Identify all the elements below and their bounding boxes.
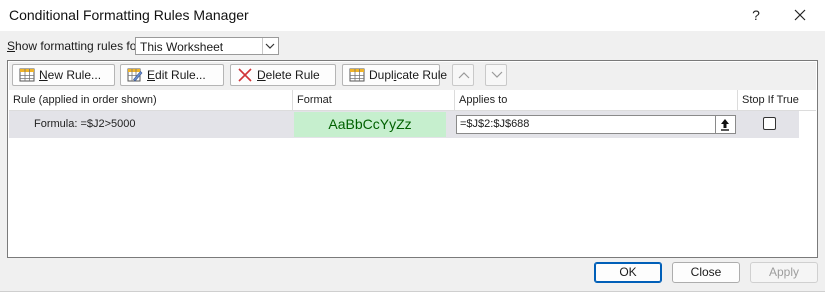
- rules-scrollbar[interactable]: [800, 111, 816, 257]
- new-rule-button[interactable]: New Rule...: [12, 64, 115, 86]
- delete-rule-button[interactable]: Delete Rule: [230, 64, 336, 86]
- move-up-button[interactable]: [452, 64, 474, 86]
- format-preview: AaBbCcYyZz: [294, 112, 446, 137]
- delete-rule-label: Delete Rule: [257, 65, 320, 85]
- new-rule-text: ew Rule...: [47, 68, 102, 82]
- duplicate-rule-button[interactable]: Duplicate Rule: [342, 64, 447, 86]
- show-rules-select-value: This Worksheet: [140, 40, 224, 54]
- show-rules-label: Show formatting rules for:: [7, 39, 144, 53]
- rules-toolbar: New Rule... Edit Rule... Delete Rule Dup…: [9, 62, 816, 91]
- new-rule-label: New Rule...: [39, 65, 101, 85]
- show-rules-label-text: how formatting rules for:: [15, 39, 144, 53]
- chevron-up-icon: [458, 72, 470, 79]
- chevron-down-icon: [265, 43, 275, 49]
- help-button[interactable]: ?: [744, 3, 768, 27]
- chevron-down-icon: [491, 71, 503, 78]
- show-rules-select[interactable]: This Worksheet: [135, 37, 279, 55]
- rules-table-header: Rule (applied in order shown) Format App…: [9, 90, 816, 111]
- duplicate-rule-icon: [349, 68, 365, 82]
- duplicate-rule-pre: Dupl: [369, 68, 394, 82]
- edit-rule-text: dit Rule...: [155, 68, 206, 82]
- delete-rule-hotkey: D: [257, 68, 266, 82]
- table-row[interactable]: Formula: =$J2>5000 AaBbCcYyZz =$J$2:$J$6…: [9, 111, 799, 138]
- close-window-button[interactable]: [788, 3, 812, 27]
- edit-rule-button[interactable]: Edit Rule...: [120, 64, 224, 86]
- dialog-title: Conditional Formatting Rules Manager: [9, 7, 249, 23]
- column-header-rule[interactable]: Rule (applied in order shown): [9, 90, 293, 110]
- delete-rule-text: elete Rule: [265, 68, 320, 82]
- rule-description: Formula: =$J2>5000: [34, 118, 136, 130]
- conditional-formatting-dialog: Conditional Formatting Rules Manager ? S…: [0, 0, 825, 292]
- new-rule-hotkey: N: [39, 68, 48, 82]
- dropdown-arrow[interactable]: [262, 38, 278, 54]
- column-header-format[interactable]: Format: [293, 90, 455, 110]
- stop-if-true-checkbox[interactable]: [763, 117, 776, 130]
- edit-rule-icon: [127, 68, 143, 82]
- rules-panel: New Rule... Edit Rule... Delete Rule Dup…: [7, 60, 818, 258]
- collapse-dialog-button[interactable]: [715, 116, 735, 133]
- new-rule-icon: [19, 68, 35, 82]
- edit-rule-label: Edit Rule...: [147, 65, 206, 85]
- edit-rule-hotkey: E: [147, 68, 156, 82]
- move-down-button[interactable]: [485, 64, 507, 86]
- delete-x-icon: [238, 68, 252, 82]
- close-icon: [794, 9, 806, 21]
- show-rules-label-hotkey: S: [7, 39, 16, 53]
- apply-button[interactable]: Apply: [750, 262, 818, 283]
- applies-to-value: =$J$2:$J$688: [460, 118, 530, 130]
- close-button[interactable]: Close: [672, 262, 740, 283]
- applies-to-input[interactable]: =$J$2:$J$688: [456, 115, 736, 134]
- column-header-applies-to[interactable]: Applies to: [455, 90, 738, 110]
- column-header-stop-if-true[interactable]: Stop If True: [738, 90, 816, 110]
- duplicate-rule-text: cate Rule: [396, 68, 448, 82]
- ok-button[interactable]: OK: [594, 262, 662, 283]
- duplicate-rule-label: Duplicate Rule: [369, 65, 447, 85]
- title-bar: Conditional Formatting Rules Manager ?: [0, 0, 825, 31]
- upload-arrow-icon: [721, 119, 729, 131]
